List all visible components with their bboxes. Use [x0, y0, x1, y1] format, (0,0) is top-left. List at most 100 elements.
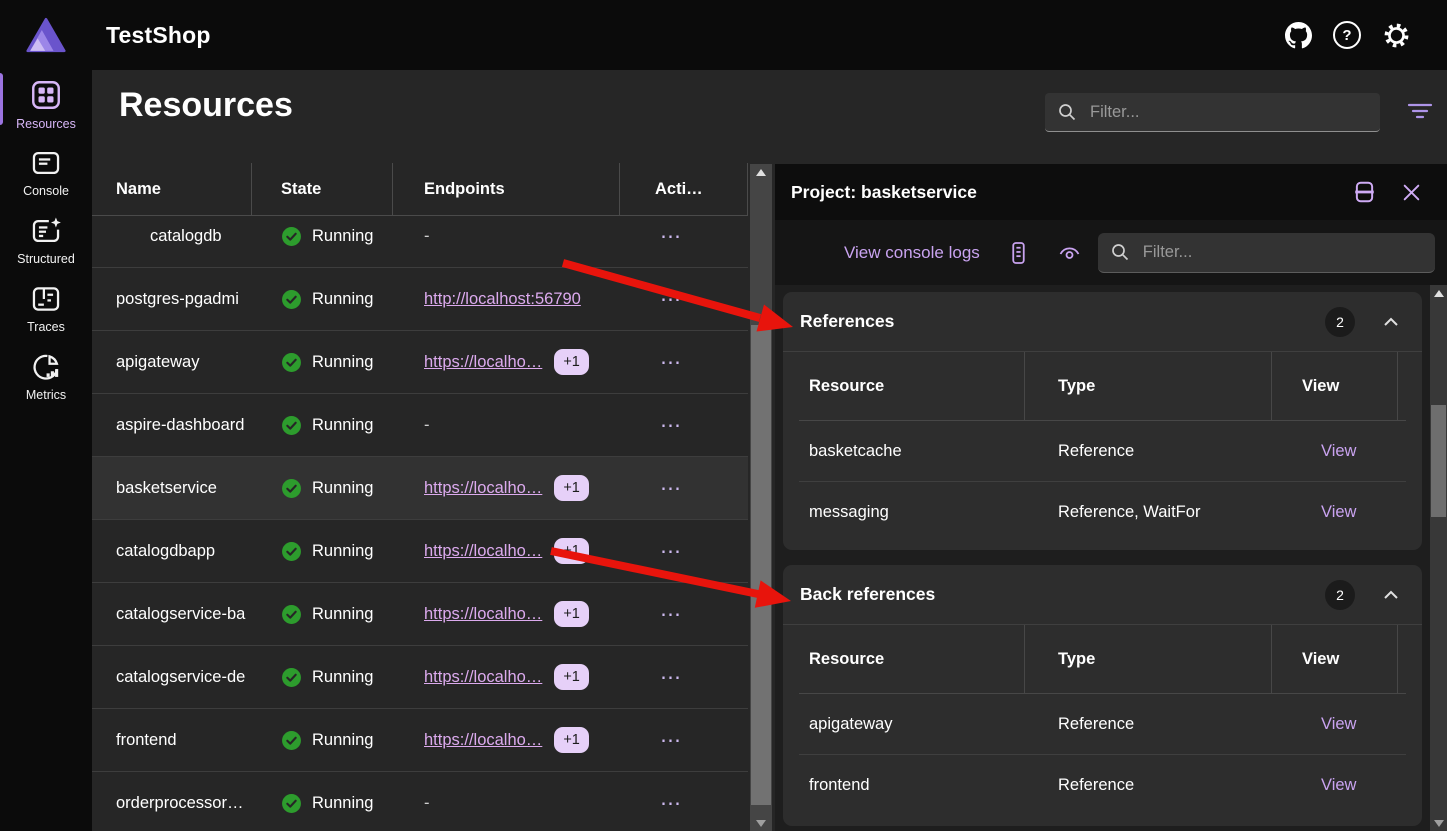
resource-name: orderprocessor… — [92, 794, 252, 813]
view-link[interactable]: View — [1272, 442, 1356, 460]
table-row[interactable]: orderprocessor… Running - ⋯ — [92, 772, 748, 831]
more-options-icon[interactable]: ⋯ — [620, 791, 748, 816]
scroll-up-icon[interactable] — [1430, 285, 1447, 301]
table-scrollbar-thumb[interactable] — [751, 325, 771, 805]
sidebar-item-console[interactable]: Console — [0, 138, 92, 206]
table-row[interactable]: apigateway Reference View — [799, 694, 1406, 754]
endpoint-link[interactable]: https://localho… — [424, 731, 542, 750]
references-table: Resource Type View basketcache Reference… — [799, 352, 1406, 542]
table-row[interactable]: frontend Reference View — [799, 754, 1406, 815]
endpoint-link[interactable]: https://localho… — [424, 479, 542, 498]
split-orientation-icon[interactable] — [1353, 180, 1376, 204]
panel-scrollbar[interactable] — [1430, 285, 1447, 831]
column-header-actions[interactable]: Acti… — [620, 163, 748, 215]
table-row[interactable]: aspire-dashboard Running - ⋯ — [92, 394, 748, 457]
scroll-down-icon[interactable] — [1430, 815, 1447, 831]
resource-endpoints: https://localho… +1 — [393, 475, 620, 501]
scroll-up-icon[interactable] — [750, 164, 772, 180]
back-references-col-type: Type — [1025, 625, 1272, 693]
references-col-resource: Resource — [799, 352, 1025, 420]
more-options-icon[interactable]: ⋯ — [620, 350, 748, 375]
more-options-icon[interactable]: ⋯ — [620, 224, 748, 249]
resource-endpoints: https://localho… +1 — [393, 538, 620, 564]
extra-endpoints-badge[interactable]: +1 — [554, 727, 589, 753]
resource-name: catalogservice-ba — [92, 605, 252, 624]
more-options-icon[interactable]: ⋯ — [620, 602, 748, 627]
endpoint-link[interactable]: https://localho… — [424, 668, 542, 687]
scroll-down-icon[interactable] — [750, 815, 772, 831]
settings-gear-icon[interactable] — [1381, 20, 1411, 50]
watch-values-eye-icon[interactable] — [1057, 243, 1082, 263]
resources-filter-input[interactable] — [1045, 93, 1380, 132]
grid-icon — [28, 77, 64, 113]
sidebar-item-metrics[interactable]: Metrics — [0, 342, 92, 410]
more-options-icon[interactable]: ⋯ — [620, 665, 748, 690]
extra-endpoints-badge[interactable]: +1 — [554, 601, 589, 627]
more-options-icon[interactable]: ⋯ — [620, 476, 748, 501]
resource-state: Running — [252, 226, 393, 247]
table-row[interactable]: basketcache Reference View — [799, 421, 1406, 481]
table-row[interactable]: frontend Running https://localho… +1 ⋯ — [92, 709, 748, 772]
collapse-chevron-icon[interactable] — [1382, 315, 1400, 329]
more-options-icon[interactable]: ⋯ — [620, 287, 748, 312]
resource-name: catalogdb — [92, 227, 252, 246]
panel-filter-input[interactable] — [1098, 233, 1435, 273]
back-references-col-resource: Resource — [799, 625, 1025, 693]
table-scrollbar[interactable] — [750, 164, 772, 831]
column-header-name[interactable]: Name — [92, 163, 252, 215]
endpoint-link[interactable]: http://localhost:56790 — [424, 290, 581, 309]
resource-endpoints: - — [393, 794, 620, 813]
extra-endpoints-badge[interactable]: +1 — [554, 475, 589, 501]
resource-state: Running — [252, 478, 393, 499]
view-link[interactable]: View — [1272, 776, 1356, 794]
view-link[interactable]: View — [1272, 715, 1356, 733]
table-row[interactable]: messaging Reference, WaitFor View — [799, 481, 1406, 542]
endpoint-link[interactable]: https://localho… — [424, 605, 542, 624]
endpoint-link[interactable]: https://localho… — [424, 353, 542, 372]
close-icon[interactable] — [1401, 182, 1422, 203]
endpoint-empty: - — [424, 227, 430, 246]
resource-endpoints: https://localho… +1 — [393, 664, 620, 690]
collapse-chevron-icon[interactable] — [1382, 588, 1400, 602]
table-row[interactable]: catalogdbapp Running https://localho… +1… — [92, 520, 748, 583]
table-row[interactable]: catalogdb Running - ⋯ — [92, 215, 748, 268]
table-row[interactable]: catalogservice-de Running https://localh… — [92, 646, 748, 709]
view-link[interactable]: View — [1272, 503, 1356, 521]
table-row[interactable]: basketservice Running https://localho… +… — [92, 457, 748, 520]
extra-endpoints-badge[interactable]: +1 — [554, 538, 589, 564]
resource-state: Running — [252, 289, 393, 310]
sidebar-item-structured[interactable]: Structured — [0, 206, 92, 274]
more-options-icon[interactable]: ⋯ — [620, 728, 748, 753]
help-icon[interactable]: ? — [1332, 20, 1362, 50]
back-references-table: Resource Type View apigateway Reference … — [799, 625, 1406, 815]
more-options-icon[interactable]: ⋯ — [620, 413, 748, 438]
table-row[interactable]: catalogservice-ba Running https://localh… — [92, 583, 748, 646]
more-options-icon[interactable]: ⋯ — [620, 539, 748, 564]
resource-state: Running — [252, 352, 393, 373]
column-header-state[interactable]: State — [252, 163, 393, 215]
references-col-type: Type — [1025, 352, 1272, 420]
table-row[interactable]: apigateway Running https://localho… +1 ⋯ — [92, 331, 748, 394]
report-list-icon[interactable] — [1008, 240, 1029, 266]
sidebar-item-resources[interactable]: Resources — [0, 70, 92, 138]
filter-options-icon[interactable] — [1405, 98, 1435, 124]
resources-filter-field[interactable] — [1088, 102, 1368, 123]
details-panel-body: References 2 Resource Type View — [775, 285, 1447, 831]
resource-name: catalogdbapp — [92, 542, 252, 561]
table-row[interactable]: postgres-pgadmi Running http://localhost… — [92, 268, 748, 331]
github-icon[interactable] — [1283, 20, 1313, 50]
endpoint-empty: - — [424, 794, 430, 813]
resource-state: Running — [252, 604, 393, 625]
resource-endpoints: https://localho… +1 — [393, 727, 620, 753]
view-console-logs-link[interactable]: View console logs — [844, 243, 980, 263]
endpoint-link[interactable]: https://localho… — [424, 542, 542, 561]
resource-state: Running — [252, 667, 393, 688]
panel-filter-field[interactable] — [1141, 242, 1423, 263]
sidebar-item-traces[interactable]: Traces — [0, 274, 92, 342]
extra-endpoints-badge[interactable]: +1 — [554, 349, 589, 375]
extra-endpoints-badge[interactable]: +1 — [554, 664, 589, 690]
panel-scrollbar-thumb[interactable] — [1431, 405, 1446, 517]
column-header-endpoints[interactable]: Endpoints — [393, 163, 620, 215]
back-references-count-badge: 2 — [1325, 580, 1355, 610]
running-check-icon — [281, 226, 302, 247]
